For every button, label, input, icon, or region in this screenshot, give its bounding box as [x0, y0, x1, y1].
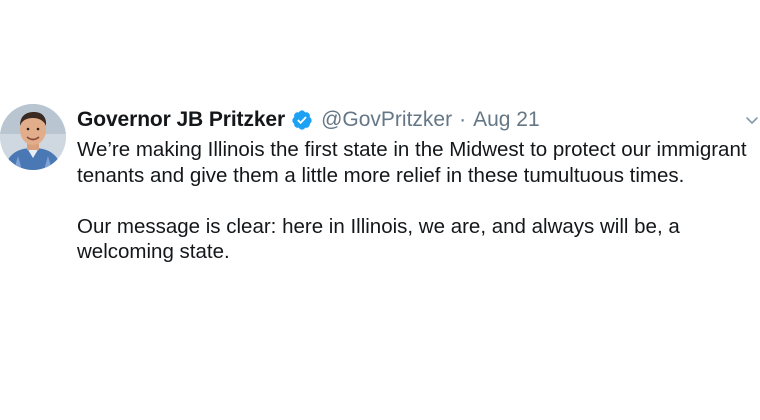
tweet-paragraph: Our message is clear: here in Illinois, …	[77, 214, 680, 264]
tweet-header: Governor JB Pritzker @GovPritzker · Aug …	[77, 105, 540, 135]
avatar[interactable]	[0, 104, 66, 170]
verified-badge-icon	[291, 109, 313, 131]
user-handle[interactable]: @GovPritzker	[321, 108, 452, 132]
display-name[interactable]: Governor JB Pritzker	[77, 108, 285, 132]
separator-dot: ·	[459, 108, 467, 131]
tweet-paragraph: We’re making Illinois the first state in…	[77, 138, 747, 187]
tweet-text: We’re making Illinois the first state in…	[77, 137, 747, 265]
tweet[interactable]: Governor JB Pritzker @GovPritzker · Aug …	[0, 0, 760, 420]
avatar-image	[0, 104, 66, 170]
chevron-down-icon[interactable]	[744, 112, 760, 128]
tweet-date[interactable]: Aug 21	[473, 108, 540, 132]
